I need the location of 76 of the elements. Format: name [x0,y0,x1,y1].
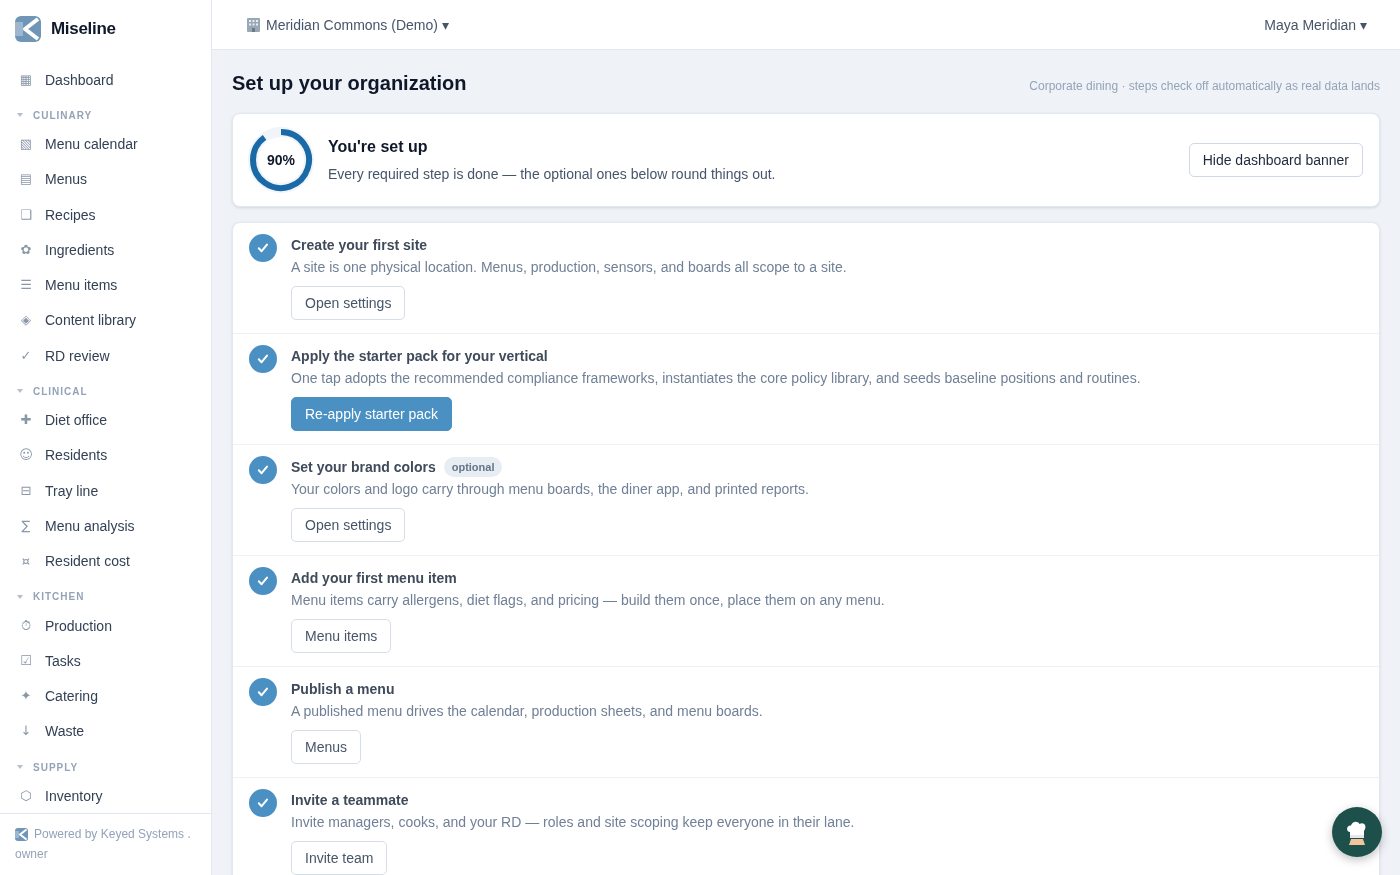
section-label: SUPPLY [33,761,79,773]
banner-description: Every required step is done — the optional ones below round things out. [328,165,776,183]
step-description: A published menu drives the calendar, production sheets, and menu boards. [291,702,763,721]
step-description: Invite managers, cooks, and your RD — roles and site scoping keep everyone in their lane. [291,813,855,832]
lined-square-icon: ▤ [19,172,33,187]
section-label: KITCHEN [33,591,85,603]
step-action-button[interactable]: Invite team [291,841,388,875]
hatched-square-icon: ▧ [19,136,33,151]
diamond-icon: ◈ [19,313,33,328]
step-title: Create your first site [291,236,428,254]
logo-icon [15,16,41,42]
stopwatch-icon: ⏱ [19,618,33,633]
checkbox-icon: ☑ [19,653,33,668]
brand-name: Miseline [51,19,116,39]
sidebar-item[interactable]: ☰ Menu items [0,267,203,303]
sidebar-item[interactable]: ❑ Recipes [0,196,203,233]
check-icon: ✓ [19,348,33,363]
sidebar-item[interactable]: ¤ Resident cost [0,543,203,579]
optional-badge: optional [443,457,503,477]
progress-percent: 90% [267,152,295,168]
step-title: Add your first menu item [291,569,457,587]
page-subtitle: Corporate dining · steps check off automatically as real data lands [1029,79,1380,93]
currency-sign-icon: ¤ [19,554,33,569]
sigma-icon: ∑ [19,518,33,533]
step-title: Invite a teammate [291,791,409,809]
grid-icon: ▦ [19,72,33,87]
hide-banner-button[interactable]: Hide dashboard banner [1188,143,1363,177]
org-selector[interactable]: Meridian Commons (Demo) ▾ [246,16,449,33]
caret-icon[interactable] [17,112,23,119]
plus-icon: ✚ [19,413,33,427]
sidebar-item[interactable]: ✦ Catering [0,678,203,714]
flower-icon: ✿ [19,242,33,257]
square-icon: ❑ [19,207,33,222]
sidebar-item[interactable]: ✚ Diet office [0,402,203,438]
step-action-button[interactable]: Open settings [291,508,406,542]
hexagon-icon: ⬡ [19,788,33,803]
step-action-button[interactable]: Menu items [291,619,392,653]
caret-icon[interactable] [17,388,23,395]
list-icon: ☰ [19,278,33,293]
sidebar-item[interactable]: ↓ Waste [0,713,203,750]
user-menu[interactable]: Maya Meridian ▾ [1264,16,1367,33]
sidebar-item[interactable]: ▤ Menus [0,161,203,197]
step-description: One tap adopts the recommended compliance frameworks, instantiates the core policy library, and seeds baseline positions and routines. [291,369,1141,388]
sidebar-item[interactable]: ◈ Content library [0,302,203,339]
user-role: owner [15,846,48,864]
step-action-button[interactable]: Open settings [291,286,406,320]
step-action-button[interactable]: Menus [291,730,362,764]
caret-icon[interactable] [17,593,23,600]
section-label: CULINARY [33,109,93,121]
banner-title: You're set up [328,137,428,157]
sidebar-item[interactable]: ☺ Residents [0,437,203,473]
page-title: Set up your organization [232,71,467,95]
sidebar-item[interactable]: ✿ Ingredients [0,232,203,268]
sidebar-item[interactable]: ✓ RD review [0,338,203,374]
step-description: A site is one physical location. Menus, production, sensors, and boards all scope to a site. [291,258,847,277]
step-title: Set your brand colors [291,458,436,476]
sidebar-item[interactable]: ⏱ Production [0,607,203,644]
down-arrow-icon: ↓ [19,724,33,739]
step-title: Publish a menu [291,680,395,698]
caret-icon[interactable] [17,764,23,771]
logo-icon [15,827,28,841]
building-icon [246,17,261,32]
sidebar-item[interactable]: ▧ Menu calendar [0,126,203,162]
sparkle-icon: ✦ [19,689,33,704]
smiley-icon: ☺ [19,448,33,463]
step-description: Your colors and logo carry through menu boards, the diner app, and printed reports. [291,480,809,499]
section-label: CLINICAL [33,385,88,397]
boxed-minus-icon: ⊟ [19,483,33,498]
sidebar-item[interactable]: ∑ Menu analysis [0,508,203,544]
sidebar-item[interactable]: ⬡ Inventory [0,778,203,814]
sidebar-item[interactable]: ☑ Tasks [0,643,203,679]
step-description: Menu items carry allergens, diet flags, and pricing — build them once, place them on any menu. [291,591,885,610]
sidebar-item[interactable]: ⊟ Tray line [0,472,203,509]
sidebar-item[interactable]: ▦ Dashboard [0,62,203,98]
footer-text: Powered by Keyed Systems . [34,826,191,844]
step-title: Apply the starter pack for your vertical [291,347,548,365]
